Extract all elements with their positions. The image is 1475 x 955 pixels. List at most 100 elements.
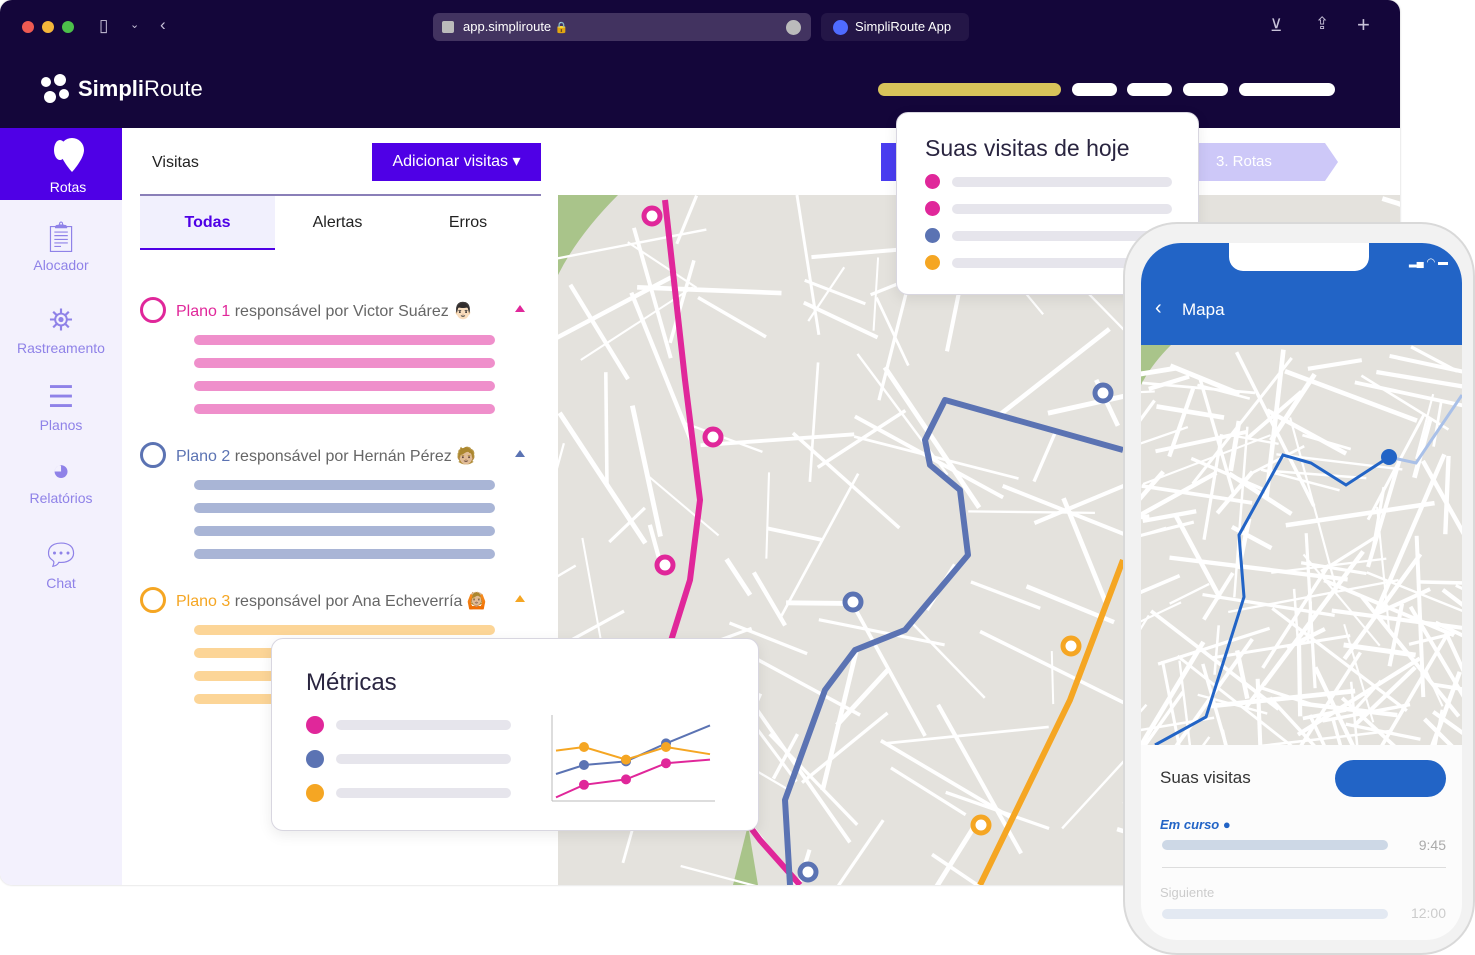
sidebar-item-alocador[interactable]: 📋︎ Alocador (0, 220, 122, 273)
chart-point (579, 760, 589, 770)
progress-step (1072, 83, 1117, 96)
street (912, 623, 986, 699)
street (1050, 651, 1055, 705)
chart-point (621, 774, 631, 785)
sidebar-item-rotas[interactable]: Rotas (0, 128, 136, 200)
address-bar[interactable]: app.simpliroute 🔒 (433, 13, 811, 41)
sidebar-item-relatorios[interactable]: ◕ Relatórios (0, 454, 122, 506)
progress-step-active (878, 83, 1061, 96)
street (1141, 614, 1150, 631)
street (751, 571, 787, 627)
phone-notch (1229, 243, 1369, 271)
street (979, 629, 1131, 708)
phone-action-button[interactable] (1335, 760, 1446, 797)
map-stop-marker (797, 861, 819, 883)
route-plan-3 (977, 558, 1126, 885)
map-stop-marker (1092, 382, 1114, 404)
street (1410, 345, 1458, 373)
sidebar-item-planos[interactable]: ☰ Planos (0, 380, 122, 433)
street (1141, 574, 1181, 595)
next-label: Siguiente (1160, 885, 1215, 900)
progress-step (1127, 83, 1172, 96)
tab-erros[interactable]: Erros (403, 196, 533, 250)
metrics-card: Métricas (271, 638, 759, 831)
metrics-chart (551, 715, 715, 802)
new-tab-icon[interactable]: + (1357, 12, 1370, 38)
map-stop-marker (842, 591, 864, 613)
street (1285, 500, 1435, 528)
stepper-step-rotas[interactable]: 3. Rotas (1195, 143, 1338, 181)
street (1032, 432, 1057, 483)
street (637, 284, 782, 296)
street (558, 442, 565, 469)
share-icon[interactable]: ⇪ (1315, 14, 1329, 34)
chevron-down-icon[interactable]: ⌄ (130, 18, 139, 31)
favicon-icon (833, 20, 848, 35)
current-location-marker (1381, 449, 1397, 465)
street (1141, 425, 1189, 445)
street (934, 819, 981, 885)
street (795, 195, 821, 336)
park (558, 195, 618, 275)
add-visits-button[interactable]: Adicionar visitas ▾ (372, 143, 541, 181)
lock-icon: 🔒 (554, 22, 569, 34)
street (1455, 584, 1462, 590)
url-text: app.simpliroute (463, 19, 552, 34)
chart-point (579, 742, 589, 752)
minimize-window-button[interactable] (42, 21, 54, 33)
phone-map[interactable] (1141, 345, 1462, 745)
back-icon[interactable]: ‹ (160, 15, 166, 35)
street (568, 283, 630, 381)
current-label: Em curso ● (1160, 817, 1231, 832)
plan-color-icon (140, 587, 166, 613)
list-icon: ☰ (47, 381, 75, 414)
map-pin-icon (54, 138, 84, 172)
street (724, 557, 753, 597)
map-stop-marker (702, 426, 724, 448)
maximize-window-button[interactable] (62, 21, 74, 33)
street (1142, 509, 1197, 524)
street (558, 411, 648, 545)
tab-alertas[interactable]: Alertas (275, 196, 400, 250)
map-stop-marker (641, 205, 663, 227)
sidebar-item-chat[interactable]: 💬︎ Chat (0, 538, 122, 591)
phone-map-canvas[interactable] (1141, 345, 1462, 745)
street (700, 432, 855, 448)
visit-tabs: Todas Alertas Erros (140, 194, 541, 250)
browser-tab[interactable]: SimpliRoute App (821, 13, 969, 41)
panel-title: Visitas (152, 154, 199, 171)
street (1417, 580, 1462, 585)
sidebar-item-rastreamento[interactable]: ⛯ Rastreamento (0, 304, 122, 356)
more-icon[interactable] (786, 20, 801, 35)
plan-color-icon (140, 297, 166, 323)
street (882, 365, 982, 509)
logo-icon (41, 74, 69, 103)
divider (1162, 867, 1446, 868)
street (1234, 649, 1250, 700)
street (879, 739, 1013, 820)
collapse-icon[interactable] (515, 595, 525, 602)
map-stop-marker (1060, 635, 1082, 657)
street (1156, 404, 1225, 420)
street (1443, 455, 1451, 535)
simpliroute-logo: SimpliRoute (38, 72, 203, 106)
collapse-icon[interactable] (515, 450, 525, 457)
chart-series-line (555, 745, 711, 761)
download-icon[interactable]: ⊻ (1270, 16, 1282, 36)
map-stop-marker (654, 554, 676, 576)
tab-todas[interactable]: Todas (140, 196, 275, 250)
street (1307, 358, 1363, 371)
sidebar: 📋︎ Alocador ⛯ Rastreamento ☰ Planos ◕ Relató… (0, 128, 122, 885)
close-tab-icon[interactable] (442, 21, 454, 33)
chart-point (621, 754, 631, 765)
chart-point (661, 742, 671, 752)
close-window-button[interactable] (22, 21, 34, 33)
street (1420, 459, 1462, 536)
sidebar-toggle-icon[interactable]: ▯ (99, 16, 108, 36)
phone-screen: ▂▄ ◠ ▬ ‹ Mapa Suas visitas Em curso ● 9:… (1141, 243, 1462, 940)
street (766, 526, 824, 543)
park (1141, 345, 1171, 385)
street (581, 537, 605, 654)
back-icon[interactable]: ‹ (1155, 297, 1162, 320)
collapse-icon[interactable] (515, 305, 525, 312)
